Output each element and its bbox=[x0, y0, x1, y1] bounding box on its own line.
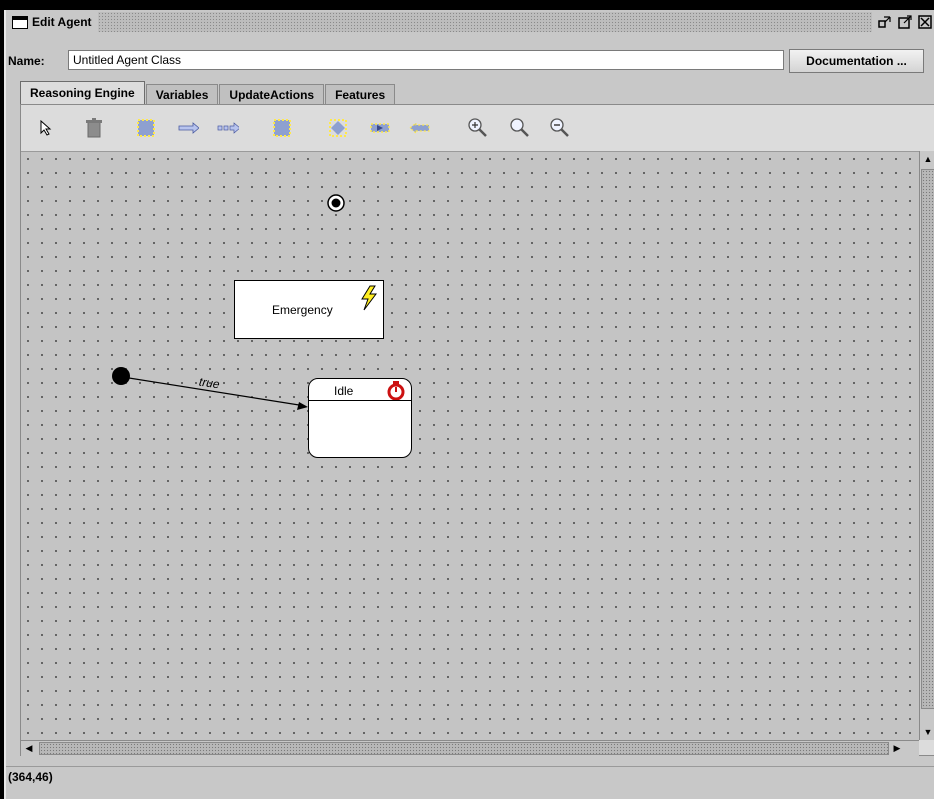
close-icon[interactable] bbox=[918, 15, 932, 29]
horizontal-scroll-thumb[interactable] bbox=[39, 742, 889, 755]
scroll-right-icon[interactable]: ▶ bbox=[889, 740, 905, 756]
select-icon[interactable] bbox=[35, 117, 57, 139]
initial-state-marker bbox=[112, 367, 130, 385]
state-idle-divider bbox=[309, 400, 411, 401]
toolbar bbox=[21, 105, 934, 151]
transition-layer bbox=[112, 367, 308, 410]
name-input[interactable] bbox=[68, 50, 784, 70]
window-icon bbox=[12, 15, 28, 29]
decision-icon[interactable] bbox=[327, 117, 349, 139]
scroll-up-icon[interactable]: ▲ bbox=[920, 151, 934, 167]
state-icon-2[interactable] bbox=[271, 117, 293, 139]
tab-strip: Reasoning Engine Variables UpdateActions… bbox=[20, 81, 396, 104]
horizontal-scrollbar[interactable]: ◀ ▶ bbox=[21, 740, 919, 756]
zoom-reset-icon[interactable] bbox=[509, 117, 531, 139]
minimize-icon[interactable] bbox=[878, 15, 892, 29]
send-icon[interactable] bbox=[369, 117, 391, 139]
receive-icon[interactable] bbox=[409, 117, 431, 139]
state-idle-label: Idle bbox=[334, 384, 354, 398]
tab-reasoning-engine[interactable]: Reasoning Engine bbox=[20, 81, 145, 104]
edit-agent-window: Edit Agent Name: Documentation ... Reaso… bbox=[4, 10, 934, 799]
documentation-button[interactable]: Documentation ... bbox=[789, 49, 924, 73]
window-title: Edit Agent bbox=[32, 15, 92, 29]
maximize-icon[interactable] bbox=[898, 15, 912, 29]
title-left: Edit Agent bbox=[8, 12, 98, 32]
transition-arrowhead bbox=[297, 402, 308, 410]
title-bar[interactable]: Edit Agent bbox=[8, 12, 934, 32]
scroll-left-icon[interactable]: ◀ bbox=[21, 740, 37, 756]
diagram-canvas[interactable]: Emergency true Idle bbox=[21, 151, 919, 741]
vertical-scroll-thumb[interactable] bbox=[921, 169, 934, 709]
reasoning-engine-panel: Emergency true Idle ▲ ▼ ◀ ▶ bbox=[20, 104, 934, 756]
tab-update-actions[interactable]: UpdateActions bbox=[219, 84, 325, 104]
tab-variables[interactable]: Variables bbox=[145, 84, 219, 104]
status-coordinates: (364,46) bbox=[8, 770, 53, 784]
name-row: Name: Documentation ... bbox=[6, 49, 934, 73]
timer-icon bbox=[387, 381, 405, 401]
zoom-in-icon[interactable] bbox=[467, 117, 489, 139]
dashed-transition-icon[interactable] bbox=[217, 117, 239, 139]
state-icon[interactable] bbox=[135, 117, 157, 139]
status-divider bbox=[6, 766, 934, 767]
tab-features[interactable]: Features bbox=[325, 84, 396, 104]
state-idle[interactable]: Idle bbox=[308, 378, 412, 458]
transition-label[interactable]: true bbox=[198, 375, 220, 392]
scroll-down-icon[interactable]: ▼ bbox=[920, 724, 934, 740]
name-label: Name: bbox=[8, 54, 45, 68]
delete-icon[interactable] bbox=[83, 117, 105, 139]
transition-icon[interactable] bbox=[177, 117, 199, 139]
window-controls bbox=[872, 12, 934, 32]
vertical-scrollbar[interactable]: ▲ ▼ bbox=[919, 151, 934, 740]
zoom-out-icon[interactable] bbox=[549, 117, 571, 139]
